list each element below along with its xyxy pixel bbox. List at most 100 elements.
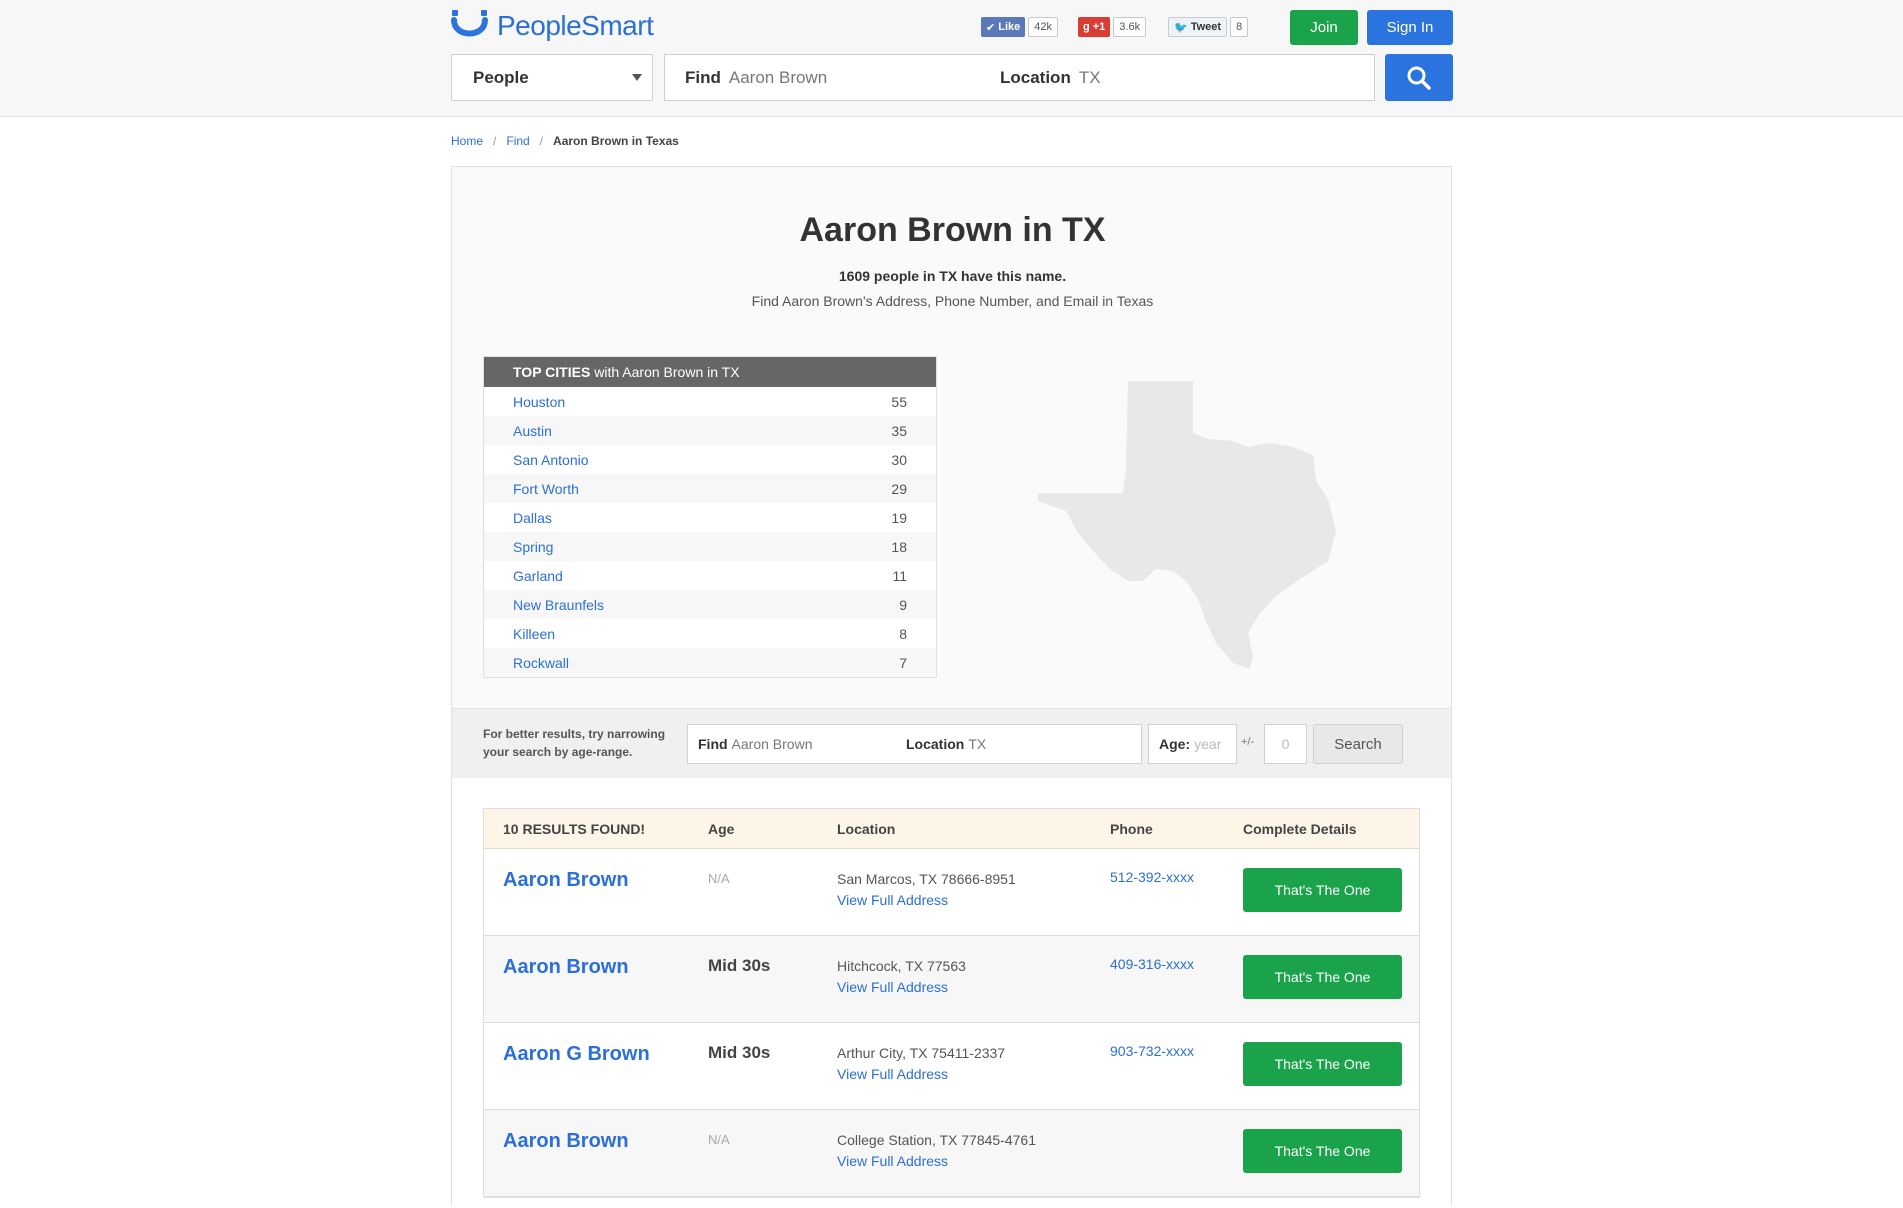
tweet-button[interactable]: 🐦 Tweet: [1168, 17, 1228, 37]
page-title: Aaron Brown in TX: [799, 211, 1106, 249]
city-link[interactable]: Houston: [513, 394, 565, 410]
sign-in-button[interactable]: Sign In: [1367, 10, 1453, 45]
result-location: College Station, TX 77845-4761 View Full…: [837, 1130, 1036, 1172]
result-row: Aaron Brown N/A San Marcos, TX 78666-895…: [484, 849, 1419, 936]
view-full-address-link[interactable]: View Full Address: [837, 977, 966, 998]
city-link[interactable]: San Antonio: [513, 452, 589, 468]
breadcrumb: Home / Find / Aaron Brown in Texas: [451, 134, 679, 148]
city-link[interactable]: Dallas: [513, 510, 552, 526]
breadcrumb-separator: /: [539, 134, 544, 148]
city-count: 55: [891, 393, 907, 410]
city-count: 19: [891, 509, 907, 526]
narrow-find-input[interactable]: Find Aaron Brown: [688, 736, 906, 752]
location-input[interactable]: Location TX: [1000, 68, 1101, 88]
result-location: San Marcos, TX 78666-8951 View Full Addr…: [837, 869, 1016, 911]
city-count: 29: [891, 480, 907, 497]
tweet-count: 8: [1230, 17, 1249, 37]
search-fields: Find Aaron Brown Location TX: [664, 54, 1375, 101]
narrow-location-input[interactable]: Location TX: [906, 736, 986, 752]
google-plus[interactable]: g +1 3.6k: [1078, 16, 1147, 38]
logo[interactable]: PeopleSmart: [451, 8, 654, 44]
logo-smile-icon: [451, 10, 488, 37]
city-count: 30: [891, 451, 907, 468]
view-full-address-link[interactable]: View Full Address: [837, 890, 1016, 911]
city-row: Killeen 8: [484, 619, 936, 648]
phone-column-header: Phone: [1110, 820, 1153, 837]
city-count: 9: [899, 596, 907, 613]
result-name-link[interactable]: Aaron Brown: [503, 956, 629, 979]
header-bar: PeopleSmart ✔ Like 42k g +1 3.6k 🐦 Tweet…: [0, 0, 1903, 117]
find-input[interactable]: Find Aaron Brown: [665, 68, 1000, 88]
result-phone-link[interactable]: 409-316-xxxx: [1110, 956, 1194, 972]
caret-down-icon: [632, 74, 642, 81]
view-full-address-link[interactable]: View Full Address: [837, 1064, 1005, 1085]
city-link[interactable]: New Braunfels: [513, 597, 604, 613]
join-button[interactable]: Join: [1290, 10, 1358, 45]
result-age: N/A: [708, 871, 730, 886]
breadcrumb-find[interactable]: Find: [506, 134, 529, 148]
top-cities-header: TOP CITIES with Aaron Brown in TX: [484, 357, 936, 387]
gplus-count: 3.6k: [1113, 17, 1147, 37]
city-count: 8: [899, 625, 907, 642]
result-name-link[interactable]: Aaron G Brown: [503, 1043, 650, 1066]
gplus-button[interactable]: g +1: [1078, 17, 1111, 37]
city-row: Dallas 19: [484, 503, 936, 532]
results-count-header: 10 RESULTS FOUND!: [503, 820, 646, 837]
result-phone-link[interactable]: 903-732-xxxx: [1110, 1043, 1194, 1059]
search-button[interactable]: [1385, 54, 1453, 101]
age-range-input[interactable]: 0: [1264, 724, 1307, 764]
texas-map: [1038, 381, 1336, 669]
search-icon: [1407, 66, 1431, 90]
twitter-bird-icon: 🐦: [1174, 21, 1188, 34]
gplus-icon: g: [1083, 21, 1090, 33]
location-column-header: Location: [837, 820, 896, 837]
city-link[interactable]: Rockwall: [513, 655, 569, 671]
result-row: Aaron Brown Mid 30s Hitchcock, TX 77563 …: [484, 936, 1419, 1023]
facebook-like[interactable]: ✔ Like 42k: [981, 16, 1058, 38]
city-count: 11: [892, 567, 907, 584]
city-link[interactable]: Austin: [513, 423, 552, 439]
city-count: 18: [891, 538, 907, 555]
top-cities-table: TOP CITIES with Aaron Brown in TX Housto…: [483, 356, 937, 678]
city-link[interactable]: Spring: [513, 539, 553, 555]
like-button[interactable]: ✔ Like: [981, 17, 1026, 37]
people-count: 1609 people in TX have this name.: [838, 268, 1067, 284]
category-select[interactable]: People: [451, 54, 653, 101]
narrow-search-bar: For better results, try narrowing your s…: [452, 708, 1451, 778]
brand-name: PeopleSmart: [497, 10, 654, 41]
city-link[interactable]: Fort Worth: [513, 481, 579, 497]
result-name-link[interactable]: Aaron Brown: [503, 1130, 629, 1153]
city-row: Houston 55: [484, 387, 936, 416]
details-column-header: Complete Details: [1243, 820, 1357, 837]
city-link[interactable]: Killeen: [513, 626, 555, 642]
city-row: Garland 11: [484, 561, 936, 590]
result-age: N/A: [708, 1132, 730, 1147]
result-location: Hitchcock, TX 77563 View Full Address: [837, 956, 966, 998]
result-name-link[interactable]: Aaron Brown: [503, 869, 629, 892]
results-table: 10 RESULTS FOUND! Age Location Phone Com…: [483, 808, 1420, 1198]
thats-the-one-button[interactable]: That's The One: [1243, 1129, 1402, 1173]
narrow-fields: Find Aaron Brown Location TX: [687, 724, 1142, 764]
narrow-search-button[interactable]: Search: [1313, 724, 1403, 764]
city-row: Austin 35: [484, 416, 936, 445]
main-panel: Aaron Brown in TX 1609 people in TX have…: [451, 166, 1452, 1208]
city-link[interactable]: Garland: [513, 568, 563, 584]
city-row: San Antonio 30: [484, 445, 936, 474]
like-count: 42k: [1028, 17, 1058, 37]
result-age: Mid 30s: [708, 1043, 771, 1062]
thats-the-one-button[interactable]: That's The One: [1243, 955, 1402, 999]
twitter-tweet[interactable]: 🐦 Tweet 8: [1168, 16, 1249, 38]
result-phone-link[interactable]: 512-392-xxxx: [1110, 869, 1194, 885]
breadcrumb-home[interactable]: Home: [451, 134, 483, 148]
thats-the-one-button[interactable]: That's The One: [1243, 868, 1402, 912]
thats-the-one-button[interactable]: That's The One: [1243, 1042, 1402, 1086]
city-row: Rockwall 7: [484, 648, 936, 677]
view-full-address-link[interactable]: View Full Address: [837, 1151, 1036, 1172]
results-header: 10 RESULTS FOUND! Age Location Phone Com…: [484, 809, 1419, 849]
result-row: Aaron G Brown Mid 30s Arthur City, TX 75…: [484, 1023, 1419, 1110]
city-row: New Braunfels 9: [484, 590, 936, 619]
age-column-header: Age: [708, 820, 735, 837]
age-input[interactable]: Age: year: [1148, 724, 1237, 764]
results-area: 10 RESULTS FOUND! Age Location Phone Com…: [452, 778, 1451, 1208]
breadcrumb-separator: /: [493, 134, 497, 148]
